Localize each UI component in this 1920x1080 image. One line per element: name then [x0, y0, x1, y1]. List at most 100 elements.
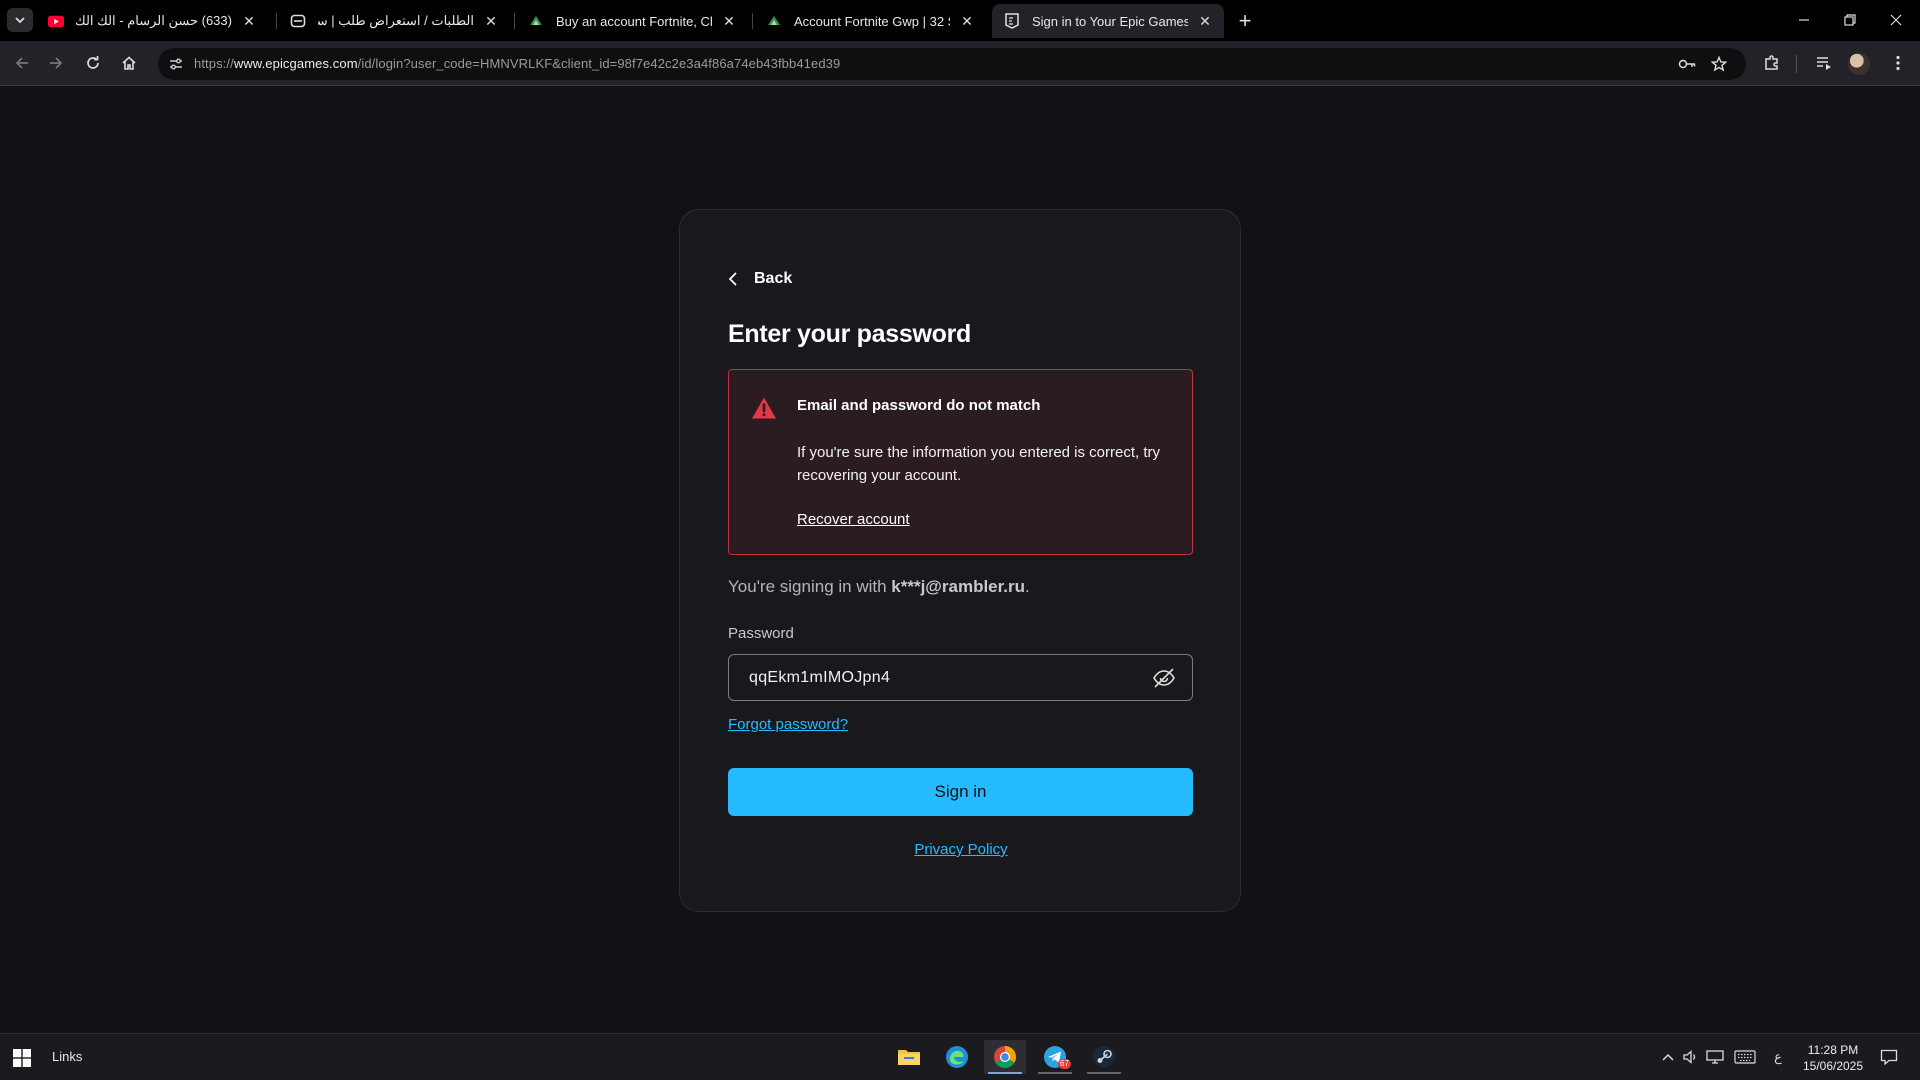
toolbar-divider	[1796, 55, 1797, 73]
tab-search-button[interactable]	[7, 8, 33, 32]
minimize-icon	[1799, 19, 1809, 21]
taskbar: Links 67 ع 11:28 PM 15/06/2025	[0, 1033, 1920, 1080]
close-icon[interactable]: ✕	[1196, 12, 1214, 30]
tab-title: Sign in to Your Epic Games acco	[1032, 13, 1188, 29]
alert-title: Email and password do not match	[797, 397, 1041, 414]
speaker-icon	[1683, 1050, 1696, 1064]
close-icon[interactable]: ✕	[958, 12, 976, 30]
edge-icon	[946, 1046, 968, 1068]
restore-icon	[1844, 14, 1856, 26]
forgot-password-link[interactable]: Forgot password?	[728, 716, 848, 733]
eye-off-icon[interactable]	[1152, 667, 1176, 689]
privacy-policy-link[interactable]: Privacy Policy	[914, 841, 1007, 858]
minimize-button[interactable]	[1784, 6, 1824, 34]
close-icon[interactable]: ✕	[720, 12, 738, 30]
browser-menu-button[interactable]	[1886, 51, 1910, 75]
close-icon[interactable]: ✕	[240, 12, 258, 30]
youtube-icon	[48, 13, 64, 29]
notifications-button[interactable]	[1878, 1046, 1900, 1068]
page-content: Back Enter your password Email and passw…	[0, 87, 1920, 1033]
steam-icon	[1093, 1046, 1115, 1068]
restore-button[interactable]	[1830, 6, 1870, 34]
browser-toolbar: https://www.epicgames.com/id/login?user_…	[0, 41, 1920, 86]
keyboard-icon	[1734, 1050, 1756, 1064]
reload-icon	[87, 56, 99, 69]
active-indicator	[988, 1072, 1022, 1074]
signing-prefix: You're signing in with	[728, 577, 892, 596]
tab-fortnite-shop-1[interactable]: Buy an account Fortnite, Cheap ✕	[516, 4, 748, 38]
tab-epic-signin[interactable]: Sign in to Your Epic Games acco ✕	[992, 4, 1224, 38]
notification-icon	[1880, 1049, 1898, 1065]
more-vertical-icon	[1896, 55, 1900, 71]
close-icon[interactable]: ✕	[482, 12, 500, 30]
back-link[interactable]: Back	[728, 270, 792, 288]
shop-icon	[766, 13, 782, 29]
links-toolbar-label[interactable]: Links	[52, 1049, 82, 1064]
tab-separator	[752, 13, 753, 29]
file-explorer-app[interactable]	[888, 1040, 930, 1074]
steam-app[interactable]	[1083, 1040, 1125, 1074]
chrome-app[interactable]	[984, 1040, 1026, 1074]
arrow-left-icon	[15, 57, 28, 69]
site-settings-icon[interactable]	[168, 56, 184, 72]
tab-title: الطلبات / استعراض طلب | سلة	[318, 13, 474, 28]
arrow-right-icon	[50, 57, 63, 69]
tab-bar: (633) حسن الرسام - الك الك / be ✕ الطلبا…	[0, 0, 1920, 41]
home-button[interactable]	[115, 49, 143, 77]
telegram-app[interactable]: 67	[1034, 1040, 1076, 1074]
touch-keyboard-button[interactable]	[1732, 1046, 1758, 1068]
extensions-button[interactable]	[1760, 51, 1784, 75]
chevron-up-icon	[1662, 1053, 1674, 1061]
password-value[interactable]: qqEkm1mIMOJpn4	[749, 669, 890, 687]
profile-avatar[interactable]	[1848, 53, 1870, 75]
bookmark-star-icon[interactable]	[1710, 55, 1728, 73]
login-card: Back Enter your password Email and passw…	[679, 209, 1241, 912]
network-button[interactable]	[1704, 1046, 1726, 1068]
tab-fortnite-shop-2[interactable]: Account Fortnite Gwp | 32 Skins ✕	[754, 4, 986, 38]
windows-start-icon[interactable]	[12, 1048, 32, 1068]
new-tab-button[interactable]: +	[1232, 8, 1258, 34]
password-key-icon[interactable]	[1678, 55, 1696, 73]
warning-icon	[752, 397, 776, 419]
tab-youtube[interactable]: (633) حسن الرسام - الك الك / be ✕	[36, 4, 268, 38]
epic-icon	[1004, 13, 1020, 29]
tab-salla[interactable]: الطلبات / استعراض طلب | سلة ✕	[278, 4, 510, 38]
tab-title: Account Fortnite Gwp | 32 Skins	[794, 13, 950, 29]
forward-nav-button[interactable]	[42, 49, 70, 77]
clock-date: 15/06/2025	[1802, 1059, 1864, 1073]
url-prefix: https://	[194, 56, 234, 71]
page-title: Enter your password	[728, 320, 971, 348]
edge-app[interactable]	[936, 1040, 978, 1074]
tab-title: (633) حسن الرسام - الك الك / be	[76, 13, 232, 28]
puzzle-icon	[1765, 55, 1778, 70]
network-icon	[1706, 1050, 1724, 1064]
back-nav-button[interactable]	[8, 49, 36, 77]
tab-separator	[514, 13, 515, 29]
chrome-icon	[994, 1046, 1016, 1068]
close-window-button[interactable]	[1876, 6, 1916, 34]
error-alert: Email and password do not match If you'r…	[728, 369, 1193, 555]
reload-button[interactable]	[79, 49, 107, 77]
recover-account-link[interactable]: Recover account	[797, 511, 910, 528]
playlist-icon	[1817, 57, 1831, 70]
address-bar[interactable]: https://www.epicgames.com/id/login?user_…	[158, 48, 1746, 80]
alert-message: If you're sure the information you enter…	[797, 444, 1161, 484]
volume-button[interactable]	[1681, 1046, 1701, 1068]
privacy-footer: Privacy Policy	[680, 841, 1242, 858]
close-icon	[1890, 14, 1902, 26]
password-field[interactable]: qqEkm1mIMOJpn4	[728, 654, 1193, 701]
sign-in-button[interactable]: Sign in	[728, 768, 1193, 816]
running-indicator	[1087, 1072, 1121, 1074]
tray-overflow-button[interactable]	[1658, 1046, 1678, 1068]
password-label: Password	[728, 625, 794, 642]
home-icon	[122, 56, 136, 70]
tab-title: Buy an account Fortnite, Cheap	[556, 13, 712, 29]
salla-icon	[290, 13, 306, 29]
input-language-button[interactable]: ع	[1768, 1046, 1788, 1068]
clock[interactable]: 11:28 PM 15/06/2025	[1798, 1042, 1868, 1074]
chevron-down-icon	[15, 17, 25, 24]
shop-icon	[528, 13, 544, 29]
signing-in-notice: You're signing in with k***j@rambler.ru.	[728, 577, 1030, 597]
account-email: k***j@rambler.ru	[891, 577, 1026, 596]
media-control-button[interactable]	[1812, 51, 1836, 75]
